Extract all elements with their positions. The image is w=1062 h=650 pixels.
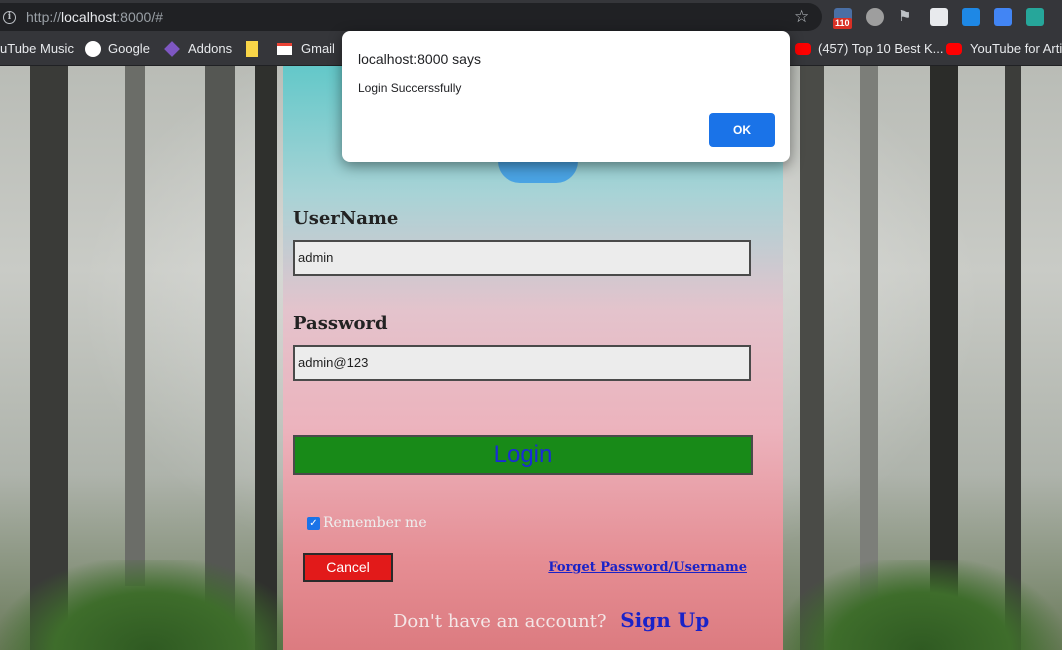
username-label: UserName: [293, 208, 399, 229]
extension-badge: 110: [833, 18, 852, 29]
forget-password-link[interactable]: Forget Password/Username: [548, 560, 747, 575]
youtube-icon: [795, 43, 811, 55]
bookmark-star-icon[interactable]: ☆: [794, 7, 809, 27]
extension-book-icon[interactable]: [962, 8, 980, 26]
remember-me-label[interactable]: Remember me: [323, 515, 427, 531]
username-input[interactable]: admin: [293, 240, 751, 276]
bookmark-gmail[interactable]: Gmail: [301, 41, 335, 57]
gmail-icon: [277, 43, 292, 55]
browser-toolbar: i http://localhost:8000/# ☆ 110 ⚑: [0, 0, 1062, 34]
bookmark-youtube-artists[interactable]: YouTube for Artis: [970, 41, 1062, 57]
bookmark-youtube-music[interactable]: uTube Music: [0, 41, 74, 57]
address-url[interactable]: http://localhost:8000/#: [26, 9, 163, 25]
extension-a-icon[interactable]: [1026, 8, 1044, 26]
ok-button[interactable]: OK: [709, 113, 775, 147]
extension-window-icon[interactable]: [930, 8, 948, 26]
signup-row: Don't have an account? Sign Up: [393, 608, 709, 632]
dialog-message: Login Succerssfully: [358, 81, 462, 95]
bookmark-top10[interactable]: (457) Top 10 Best K...: [818, 41, 944, 57]
background-ferns: [0, 560, 300, 650]
password-label: Password: [293, 313, 388, 334]
extension-circle-icon[interactable]: [866, 8, 884, 26]
cancel-button[interactable]: Cancel: [303, 553, 393, 582]
google-translate-icon[interactable]: [994, 8, 1012, 26]
avatar-shape: [498, 161, 578, 183]
info-icon[interactable]: i: [3, 11, 16, 24]
alert-dialog: localhost:8000 says Login Succerssfully …: [342, 31, 790, 162]
addons-icon: [164, 41, 180, 57]
youtube-icon: [946, 43, 962, 55]
background-tree: [125, 66, 145, 586]
omnibox[interactable]: i http://localhost:8000/# ☆: [0, 3, 822, 31]
flag-icon[interactable]: ⚑: [898, 8, 916, 26]
google-icon: [85, 41, 101, 57]
login-button[interactable]: Login: [293, 435, 753, 475]
remember-me-checkbox[interactable]: ✓: [307, 516, 320, 530]
dialog-title: localhost:8000 says: [358, 51, 481, 67]
no-account-text: Don't have an account?: [393, 611, 607, 632]
signup-link[interactable]: Sign Up: [620, 608, 709, 632]
bookmark-addons[interactable]: Addons: [188, 41, 232, 57]
bookmark-google[interactable]: Google: [108, 41, 150, 57]
remember-me-row: ✓ Remember me: [307, 515, 427, 531]
folder-icon[interactable]: [246, 41, 258, 57]
background-ferns: [780, 560, 1062, 650]
password-input[interactable]: admin@123: [293, 345, 751, 381]
